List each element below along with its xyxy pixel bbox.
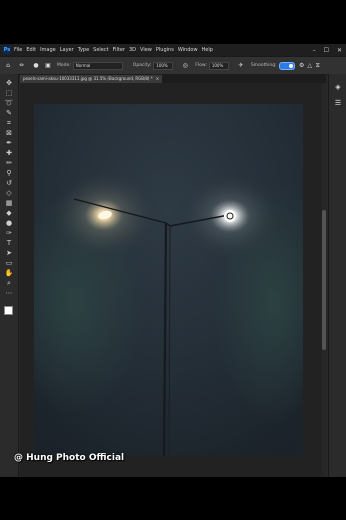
close-tab-icon[interactable]: × <box>156 75 159 83</box>
menu-item-plugins[interactable]: Plugins <box>156 47 174 53</box>
menu-item-window[interactable]: Window <box>178 47 198 53</box>
minimize-icon[interactable]: – <box>313 47 316 54</box>
home-icon[interactable]: ⌂ <box>4 62 12 70</box>
brush-settings-icon[interactable]: ▣ <box>44 62 52 70</box>
brush-angle-icon[interactable]: △ <box>306 62 314 70</box>
maximize-icon[interactable]: ☐ <box>324 47 329 54</box>
healing-brush-tool-icon[interactable]: ✚ <box>3 148 15 158</box>
canvas-area[interactable] <box>20 83 326 477</box>
layers-panel-icon[interactable]: ◈ <box>333 82 343 92</box>
scrollbar-thumb[interactable] <box>322 210 326 350</box>
eraser-tool-icon[interactable]: ◇ <box>3 188 15 198</box>
smoothing-settings-icon[interactable]: ⚙ <box>298 62 306 70</box>
document-tab[interactable]: pexels-sami-aksu-10033311.jpg @ 31.5% (B… <box>20 75 163 83</box>
history-brush-tool-icon[interactable]: ↺ <box>3 178 15 188</box>
menu-item-view[interactable]: View <box>140 47 152 53</box>
smoothing-label: Smoothing: <box>250 63 277 68</box>
pen-tool-icon[interactable]: ✑ <box>3 228 15 238</box>
marquee-tool-icon[interactable]: ⬚ <box>3 88 15 98</box>
menu-item-type[interactable]: Type <box>78 47 89 53</box>
path-select-tool-icon[interactable]: ➤ <box>3 248 15 258</box>
photoshop-window: Ps File Edit Image Layer Type Select Filter 3D V… <box>0 44 346 477</box>
document-tab-bar: pexels-sami-aksu-10033311.jpg @ 31.5% (B… <box>20 74 326 83</box>
flow-label: Flow: <box>195 63 207 68</box>
crop-tool-icon[interactable]: ⌗ <box>3 118 15 128</box>
shape-tool-icon[interactable]: ▭ <box>3 258 15 268</box>
right-panel-dock: ◈ ☰ <box>328 74 346 477</box>
opacity-label: Opacity: <box>132 63 152 68</box>
menu-item-help[interactable]: Help <box>202 47 213 53</box>
menu-item-filter[interactable]: Filter <box>113 47 125 53</box>
tools-panel: ✥ ⬚ ➰ ✎ ⌗ ⊠ ✒ ✚ ✏ ⚲ ↺ ◇ ▦ ◆ ● ✑ T ➤ ▭ ✋ ⌕ ⋯ <box>0 74 19 477</box>
menu-item-file[interactable]: File <box>14 47 22 53</box>
foreground-color-swatch[interactable] <box>4 306 13 315</box>
screen: Ps File Edit Image Layer Type Select Filter 3D V… <box>0 0 346 520</box>
smoothing-toggle[interactable] <box>278 61 295 70</box>
hand-tool-icon[interactable]: ✋ <box>3 268 15 278</box>
quick-select-tool-icon[interactable]: ✎ <box>3 108 15 118</box>
brush-size-icon[interactable]: ● <box>32 62 40 70</box>
airbrush-icon[interactable]: ✈ <box>237 62 245 70</box>
document-tab-title: pexels-sami-aksu-10033311.jpg @ 31.5% (B… <box>23 76 153 81</box>
gradient-tool-icon[interactable]: ▦ <box>3 198 15 208</box>
brush-preset-icon[interactable]: ✏ <box>18 62 26 70</box>
mode-select[interactable]: Normal <box>72 61 123 70</box>
lasso-tool-icon[interactable]: ➰ <box>3 98 15 108</box>
flow-field[interactable]: 100% <box>208 61 229 70</box>
close-window-icon[interactable]: ✕ <box>337 47 342 54</box>
clone-stamp-tool-icon[interactable]: ⚲ <box>3 168 15 178</box>
dodge-tool-icon[interactable]: ● <box>3 218 15 228</box>
blur-tool-icon[interactable]: ◆ <box>3 208 15 218</box>
street-lamp-photo[interactable] <box>34 104 303 456</box>
menu-item-3d[interactable]: 3D <box>129 47 136 53</box>
brush-tool-icon[interactable]: ✏ <box>3 158 15 168</box>
menu-bar: Ps File Edit Image Layer Type Select Filter 3D V… <box>0 44 346 56</box>
properties-panel-icon[interactable]: ☰ <box>333 98 343 108</box>
vertical-scrollbar[interactable] <box>322 83 326 477</box>
type-tool-icon[interactable]: T <box>3 238 15 248</box>
mode-label: Mode: <box>57 63 71 68</box>
photoshop-logo-icon[interactable]: Ps <box>3 46 11 54</box>
menu-item-layer[interactable]: Layer <box>60 47 74 53</box>
menu-item-edit[interactable]: Edit <box>26 47 36 53</box>
zoom-tool-icon[interactable]: ⌕ <box>3 278 15 288</box>
move-tool-icon[interactable]: ✥ <box>3 78 15 88</box>
edit-toolbar-icon[interactable]: ⋯ <box>3 288 15 298</box>
opacity-field[interactable]: 100% <box>153 61 174 70</box>
watermark-text: @ Hung Photo Official <box>14 453 125 463</box>
eyedropper-tool-icon[interactable]: ✒ <box>3 138 15 148</box>
frame-tool-icon[interactable]: ⊠ <box>3 128 15 138</box>
options-bar: ⌂ ✏ ● ▣ Mode: Normal Opacity: 100% ◎ Flo… <box>0 56 346 75</box>
pressure-opacity-icon[interactable]: ◎ <box>181 62 189 70</box>
symmetry-icon[interactable]: ⧖ <box>314 62 322 70</box>
menu-item-image[interactable]: Image <box>40 47 56 53</box>
menu-item-select[interactable]: Select <box>93 47 108 53</box>
window-controls: – ☐ ✕ <box>313 44 342 56</box>
